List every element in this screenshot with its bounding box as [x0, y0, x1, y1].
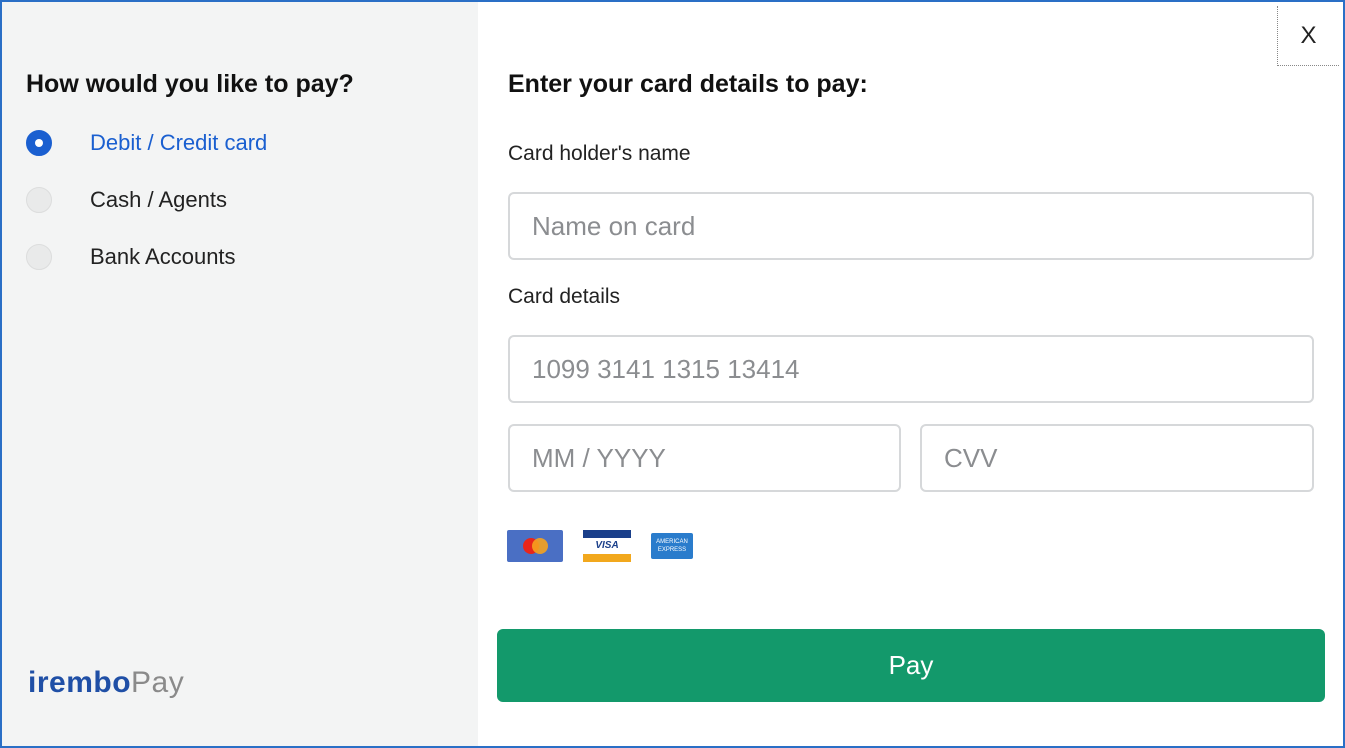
card-holder-name-input[interactable] [508, 192, 1314, 260]
radio-checked-icon[interactable] [26, 130, 52, 156]
expiry-date-input[interactable] [508, 424, 901, 492]
mastercard-icon [507, 530, 563, 562]
payment-method-title: How would you like to pay? [26, 70, 354, 98]
method-label: Bank Accounts [90, 244, 236, 269]
card-details-label: Card details [508, 285, 621, 308]
radio-unchecked-icon[interactable] [26, 244, 52, 270]
visa-icon: VISA [583, 530, 631, 562]
radio-unchecked-icon[interactable] [26, 187, 52, 213]
payment-method-panel: How would you like to pay? Debit / Credi… [2, 2, 478, 746]
method-label: Cash / Agents [90, 187, 227, 212]
card-number-input[interactable] [508, 335, 1314, 403]
card-brands: VISA AMERICAN EXPRESS [507, 530, 693, 562]
card-details-title: Enter your card details to pay: [508, 70, 868, 98]
irembopay-logo: iremboPay [28, 666, 185, 699]
cvv-input[interactable] [920, 424, 1314, 492]
payment-modal: How would you like to pay? Debit / Credi… [0, 0, 1345, 748]
method-debit-credit-card[interactable]: Debit / Credit card [26, 128, 267, 158]
method-bank-accounts[interactable]: Bank Accounts [26, 242, 236, 272]
card-holder-label: Card holder's name [508, 142, 691, 165]
close-button[interactable]: X [1277, 6, 1339, 66]
pay-button[interactable]: Pay [497, 629, 1325, 702]
method-label: Debit / Credit card [90, 130, 268, 155]
amex-icon: AMERICAN EXPRESS [651, 533, 693, 559]
method-cash-agents[interactable]: Cash / Agents [26, 185, 227, 215]
